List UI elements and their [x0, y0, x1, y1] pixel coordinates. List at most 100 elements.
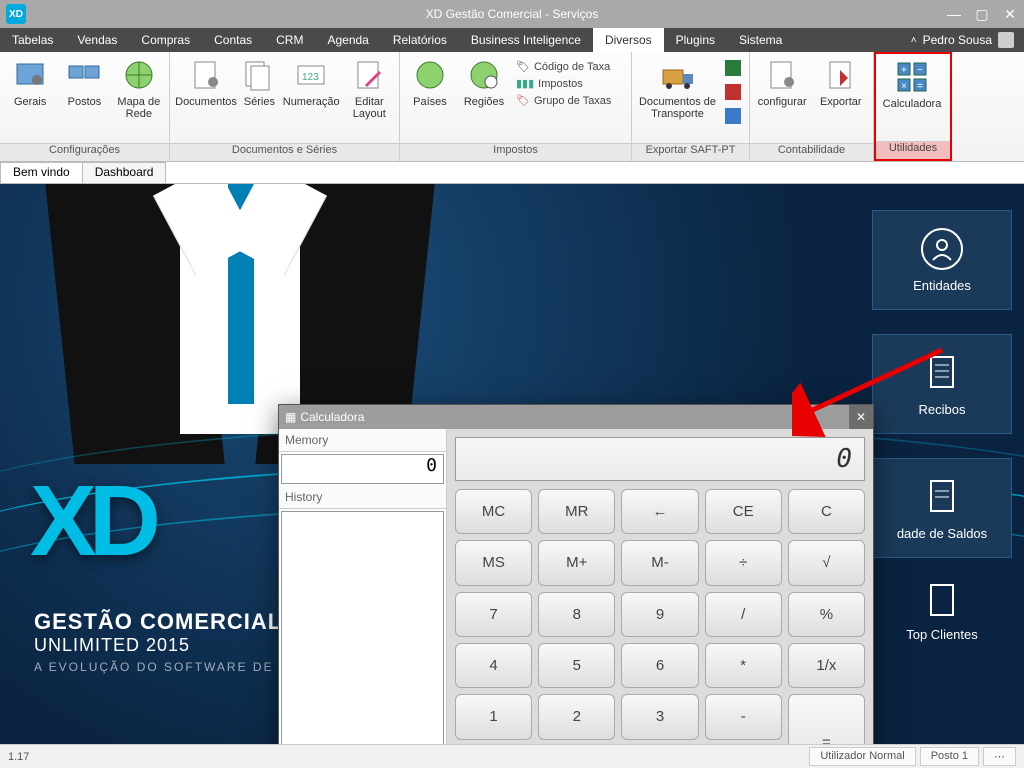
- dashboard: XD GESTÃO COMERCIAL UNLIMITED 2015 A EVO…: [0, 184, 1024, 744]
- calculator-titlebar[interactable]: ▦Calculadora ✕: [279, 405, 873, 429]
- user-avatar-icon: [998, 32, 1014, 48]
- key-2[interactable]: 2: [538, 694, 615, 739]
- statusbar: 1.17 Utilizador Normal Posto 1 ⋯: [0, 744, 1024, 768]
- window-title: XD Gestão Comercial - Serviços: [0, 7, 1024, 21]
- key-ms[interactable]: MS: [455, 540, 532, 585]
- key-mc[interactable]: MC: [455, 489, 532, 534]
- menu-relatorios[interactable]: Relatórios: [381, 28, 459, 52]
- tag-icon: 🏷: [516, 60, 530, 73]
- history-label: History: [279, 486, 446, 509]
- maximize-button[interactable]: ▢: [968, 0, 996, 28]
- key-minus[interactable]: -: [705, 694, 782, 739]
- tags-icon: 🏷: [516, 94, 530, 107]
- excel-icon[interactable]: [725, 60, 741, 76]
- svg-text:−: −: [917, 65, 923, 76]
- key-percent[interactable]: %: [788, 592, 865, 637]
- ribbon-gerais[interactable]: Gerais: [6, 56, 54, 108]
- ribbon-group-saft: Exportar SAFT-PT: [632, 143, 749, 161]
- calculator-keypad: MC MR ← CE C MS M+ M- ÷ √ 7 8 9 / % 4: [455, 489, 865, 744]
- ribbon-postos[interactable]: Postos: [60, 56, 108, 108]
- key-6[interactable]: 6: [621, 643, 698, 688]
- history-list[interactable]: [281, 511, 444, 744]
- calculator-icon: ▦: [285, 410, 296, 424]
- key-5[interactable]: 5: [538, 643, 615, 688]
- svg-text:×: ×: [901, 81, 907, 92]
- person-icon: [921, 228, 963, 270]
- ribbon-series[interactable]: Séries: [242, 56, 277, 108]
- ribbon-mapa-rede[interactable]: Mapa de Rede: [115, 56, 163, 120]
- ribbon-group-docs: Documentos e Séries: [170, 143, 399, 161]
- ribbon-numeracao[interactable]: 123Numeração: [283, 56, 340, 108]
- menu-crm[interactable]: CRM: [264, 28, 315, 52]
- status-posto: Posto 1: [920, 747, 979, 766]
- close-button[interactable]: ✕: [996, 0, 1024, 28]
- ribbon-documentos[interactable]: Documentos: [176, 56, 236, 108]
- key-backspace[interactable]: ←: [621, 489, 698, 534]
- key-mplus[interactable]: M+: [538, 540, 615, 585]
- minimize-button[interactable]: —: [940, 0, 968, 28]
- ribbon-editar-layout[interactable]: Editar Layout: [346, 56, 393, 120]
- status-user: Utilizador Normal: [809, 747, 915, 766]
- ribbon-paises[interactable]: Países: [406, 56, 454, 108]
- tile-entidades[interactable]: Entidades: [872, 210, 1012, 310]
- key-ce[interactable]: CE: [705, 489, 782, 534]
- key-c[interactable]: C: [788, 489, 865, 534]
- key-8[interactable]: 8: [538, 592, 615, 637]
- ribbon-calculadora[interactable]: +−×=Calculadora: [882, 58, 942, 110]
- tile-saldos[interactable]: dade de Saldos: [872, 458, 1012, 558]
- key-9[interactable]: 9: [621, 592, 698, 637]
- ribbon-grupo-taxas[interactable]: 🏷Grupo de Taxas: [516, 94, 611, 107]
- ribbon-configurar[interactable]: configurar: [756, 56, 809, 108]
- menu-vendas[interactable]: Vendas: [65, 28, 129, 52]
- key-sqrt[interactable]: √: [788, 540, 865, 585]
- menu-diversos[interactable]: Diversos: [593, 28, 664, 52]
- document-icon: [921, 582, 963, 619]
- calculator-close-button[interactable]: ✕: [849, 405, 873, 429]
- subtabs: Bem vindo Dashboard: [0, 162, 1024, 184]
- memory-value: 0: [281, 454, 444, 484]
- menubar: Tabelas Vendas Compras Contas CRM Agenda…: [0, 28, 1024, 52]
- ribbon-group-contab: Contabilidade: [750, 143, 873, 161]
- menu-agenda[interactable]: Agenda: [315, 28, 380, 52]
- key-reciprocal[interactable]: 1/x: [788, 643, 865, 688]
- tile-recibos[interactable]: Recibos: [872, 334, 1012, 434]
- key-equals[interactable]: =: [788, 694, 865, 744]
- key-mr[interactable]: MR: [538, 489, 615, 534]
- ribbon-group-util: Utilidades: [876, 141, 950, 159]
- titlebar: XD XD Gestão Comercial - Serviços — ▢ ✕: [0, 0, 1024, 28]
- csv-icon[interactable]: [725, 108, 741, 124]
- menu-contas[interactable]: Contas: [202, 28, 264, 52]
- menu-sistema[interactable]: Sistema: [727, 28, 794, 52]
- tab-bemvindo[interactable]: Bem vindo: [0, 162, 83, 183]
- ribbon-doc-transporte[interactable]: Documentos de Transporte: [638, 56, 717, 120]
- ribbon-codigo-taxa[interactable]: 🏷Código de Taxa: [516, 60, 611, 73]
- current-user[interactable]: ˄ Pedro Sousa: [901, 32, 1024, 48]
- memory-label: Memory: [279, 429, 446, 452]
- menu-tabelas[interactable]: Tabelas: [0, 28, 65, 52]
- svg-text:+: +: [901, 65, 907, 76]
- menu-compras[interactable]: Compras: [129, 28, 202, 52]
- menu-bi[interactable]: Business Inteligence: [459, 28, 593, 52]
- key-slash[interactable]: /: [705, 592, 782, 637]
- ribbon-group-impostos: Impostos: [400, 143, 631, 161]
- key-4[interactable]: 4: [455, 643, 532, 688]
- svg-text:=: =: [917, 81, 923, 92]
- key-multiply[interactable]: *: [705, 643, 782, 688]
- tile-topclientes[interactable]: Top Clientes: [872, 582, 1012, 642]
- tab-dashboard[interactable]: Dashboard: [82, 162, 167, 183]
- ribbon-exportar[interactable]: Exportar: [815, 56, 868, 108]
- chart-icon: ▮▮▮: [516, 77, 534, 90]
- ribbon-regioes[interactable]: Regiões: [460, 56, 508, 108]
- version-label: 1.17: [8, 751, 29, 763]
- key-1[interactable]: 1: [455, 694, 532, 739]
- ribbon-impostos[interactable]: ▮▮▮Impostos: [516, 77, 611, 90]
- menu-plugins[interactable]: Plugins: [664, 28, 727, 52]
- key-mminus[interactable]: M-: [621, 540, 698, 585]
- key-3[interactable]: 3: [621, 694, 698, 739]
- svg-text:123: 123: [302, 72, 319, 83]
- key-7[interactable]: 7: [455, 592, 532, 637]
- pdf-icon[interactable]: [725, 84, 741, 100]
- document-icon: [921, 476, 963, 518]
- key-divide[interactable]: ÷: [705, 540, 782, 585]
- ribbon-group-config: Configurações: [0, 143, 169, 161]
